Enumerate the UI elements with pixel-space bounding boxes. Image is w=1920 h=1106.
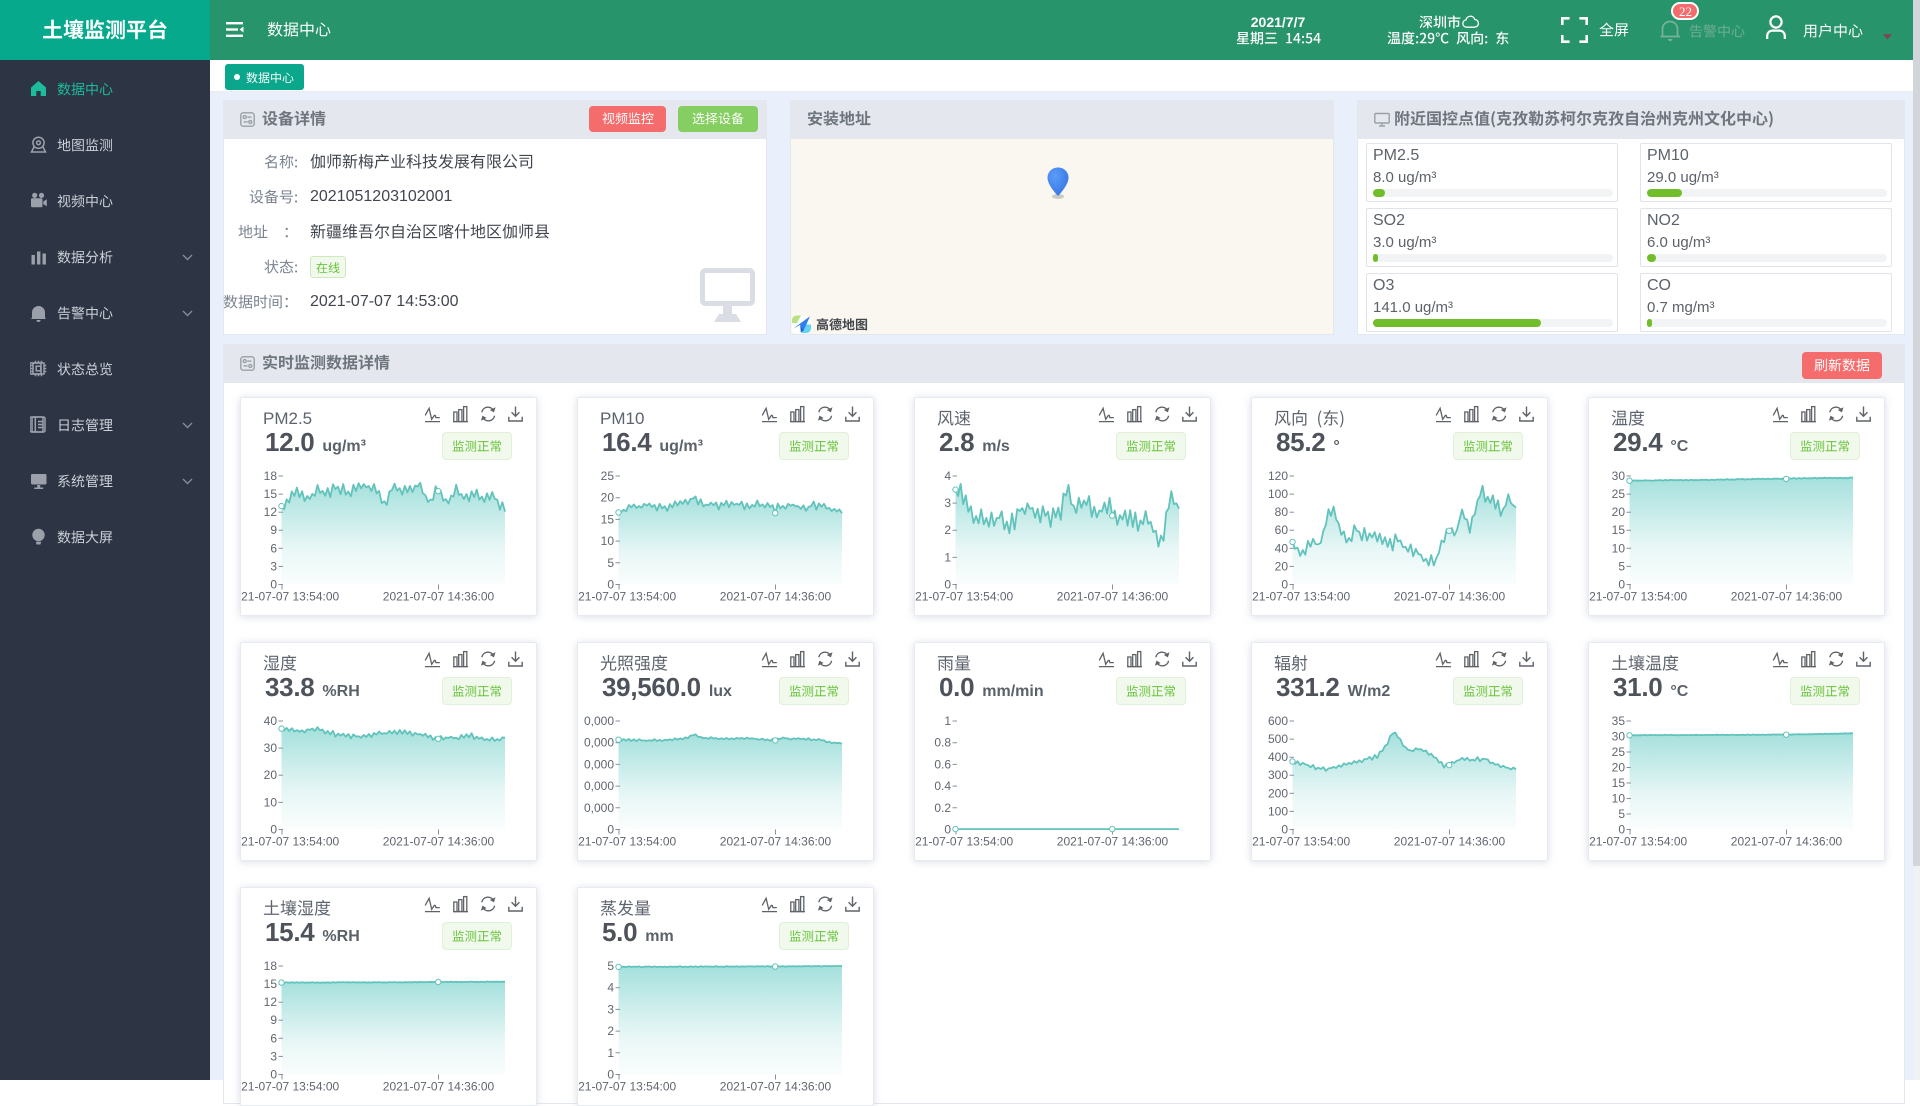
svg-text:15: 15 [1612,523,1626,537]
svg-text:600: 600 [1268,714,1288,728]
svg-text:2021-07-07 13:54:00: 2021-07-07 13:54:00 [1252,835,1351,849]
svg-text:30: 30 [264,741,278,755]
svg-text:2021-07-07 14:36:00: 2021-07-07 14:36:00 [383,590,495,604]
svg-text:2021-07-07 13:54:00: 2021-07-07 13:54:00 [241,1080,340,1094]
svg-text:5: 5 [1618,807,1625,821]
svg-text:3: 3 [607,1002,614,1016]
svg-text:20: 20 [601,491,615,505]
svg-text:0,000: 0,000 [584,714,614,728]
svg-text:2021-07-07 13:54:00: 2021-07-07 13:54:00 [241,590,340,604]
svg-text:30: 30 [1612,730,1626,744]
svg-text:0,000: 0,000 [584,801,614,815]
svg-text:80: 80 [1275,505,1289,519]
svg-text:500: 500 [1268,732,1288,746]
svg-text:2: 2 [607,1024,614,1038]
svg-text:0,000: 0,000 [584,757,614,771]
svg-text:18: 18 [264,959,278,973]
svg-text:2021-07-07 13:54:00: 2021-07-07 13:54:00 [578,590,677,604]
svg-text:100: 100 [1268,804,1288,818]
svg-text:15: 15 [601,512,615,526]
svg-text:2021-07-07 14:36:00: 2021-07-07 14:36:00 [1057,835,1169,849]
svg-text:4: 4 [607,981,614,995]
svg-text:2021-07-07 14:36:00: 2021-07-07 14:36:00 [720,590,832,604]
svg-text:20: 20 [264,768,278,782]
svg-text:2021-07-07 14:36:00: 2021-07-07 14:36:00 [1731,835,1843,849]
svg-text:6: 6 [270,1031,277,1045]
svg-text:25: 25 [601,469,615,483]
svg-text:120: 120 [1268,469,1288,483]
svg-text:12: 12 [264,505,278,519]
svg-text:6: 6 [270,541,277,555]
svg-text:3: 3 [270,1049,277,1063]
svg-text:2021-07-07 14:36:00: 2021-07-07 14:36:00 [1394,590,1506,604]
svg-text:0.2: 0.2 [934,801,951,815]
svg-text:5: 5 [607,556,614,570]
svg-text:0.6: 0.6 [934,757,951,771]
svg-text:5: 5 [607,959,614,973]
svg-text:0.4: 0.4 [934,779,951,793]
svg-text:2021-07-07 14:36:00: 2021-07-07 14:36:00 [383,835,495,849]
svg-text:35: 35 [1612,714,1626,728]
svg-text:25: 25 [1612,745,1626,759]
svg-text:20: 20 [1612,761,1626,775]
svg-text:40: 40 [1275,541,1289,555]
svg-text:2021-07-07 14:36:00: 2021-07-07 14:36:00 [1057,590,1169,604]
svg-text:100: 100 [1268,487,1288,501]
svg-text:2021-07-07 14:36:00: 2021-07-07 14:36:00 [1731,590,1843,604]
svg-text:30: 30 [1612,469,1626,483]
svg-text:300: 300 [1268,768,1288,782]
svg-text:1: 1 [944,550,951,564]
svg-text:60: 60 [1275,523,1289,537]
svg-text:10: 10 [601,534,615,548]
svg-text:2021-07-07 14:36:00: 2021-07-07 14:36:00 [720,1080,832,1094]
svg-text:2021-07-07 14:36:00: 2021-07-07 14:36:00 [383,1080,495,1094]
svg-text:10: 10 [1612,792,1626,806]
svg-text:10: 10 [1612,541,1626,555]
svg-text:1: 1 [607,1046,614,1060]
svg-text:15: 15 [264,487,278,501]
svg-text:0,000: 0,000 [584,779,614,793]
svg-text:200: 200 [1268,786,1288,800]
svg-text:2021-07-07 13:54:00: 2021-07-07 13:54:00 [1589,590,1688,604]
svg-text:2021-07-07 14:36:00: 2021-07-07 14:36:00 [720,835,832,849]
svg-text:25: 25 [1612,487,1626,501]
svg-text:1: 1 [944,714,951,728]
svg-text:20: 20 [1275,559,1289,573]
svg-text:2: 2 [944,523,951,537]
svg-text:0,000: 0,000 [584,736,614,750]
svg-text:2021-07-07 13:54:00: 2021-07-07 13:54:00 [915,835,1014,849]
svg-text:2021-07-07 13:54:00: 2021-07-07 13:54:00 [1252,590,1351,604]
svg-text:400: 400 [1268,750,1288,764]
svg-text:20: 20 [1612,505,1626,519]
svg-text:2021-07-07 13:54:00: 2021-07-07 13:54:00 [915,590,1014,604]
svg-text:4: 4 [944,469,951,483]
svg-text:2021-07-07 13:54:00: 2021-07-07 13:54:00 [578,835,677,849]
svg-text:5: 5 [1618,559,1625,573]
svg-text:12: 12 [264,995,278,1009]
svg-text:2021-07-07 14:36:00: 2021-07-07 14:36:00 [1394,835,1506,849]
svg-text:15: 15 [1612,776,1626,790]
svg-text:10: 10 [264,795,278,809]
svg-text:2021-07-07 13:54:00: 2021-07-07 13:54:00 [1589,835,1688,849]
svg-text:40: 40 [264,714,278,728]
svg-text:3: 3 [944,496,951,510]
svg-text:3: 3 [270,559,277,573]
svg-text:18: 18 [264,469,278,483]
svg-text:15: 15 [264,977,278,991]
svg-text:9: 9 [270,523,277,537]
svg-text:9: 9 [270,1013,277,1027]
svg-text:2021-07-07 13:54:00: 2021-07-07 13:54:00 [578,1080,677,1094]
svg-text:0.8: 0.8 [934,736,951,750]
svg-text:2021-07-07 13:54:00: 2021-07-07 13:54:00 [241,835,340,849]
